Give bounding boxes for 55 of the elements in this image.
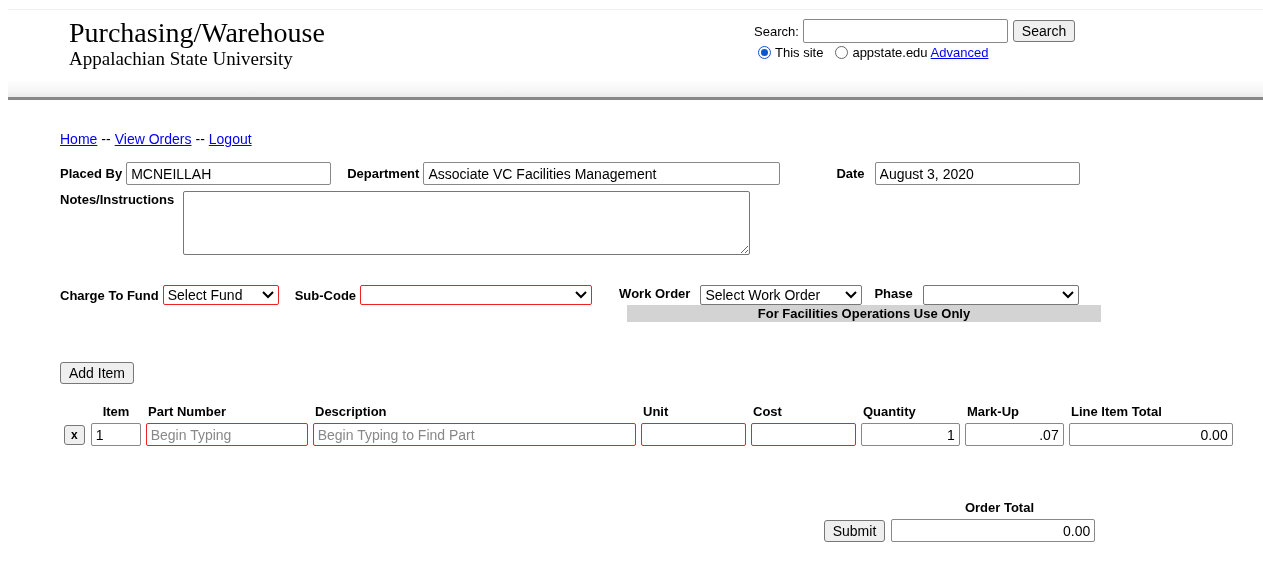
work-order-select[interactable]: Select Work Order (700, 285, 863, 305)
column-header: Unit (642, 404, 670, 419)
sub-code-select[interactable] (360, 285, 593, 305)
column-header: Item (101, 404, 131, 419)
item-field[interactable]: 0.00 (1068, 423, 1233, 446)
column-header: Quantity (862, 404, 917, 419)
nav-link[interactable]: Home (60, 131, 98, 147)
field-label: Work Order (619, 285, 691, 301)
item-field[interactable]: 1 (90, 423, 141, 446)
facilities-note: For Facilities Operations Use Only (627, 305, 1101, 322)
nav-separator: -- (101, 131, 111, 147)
field-label: Placed By (60, 166, 123, 181)
advanced-link[interactable]: Advanced (930, 45, 989, 60)
chevron-icon (575, 291, 588, 299)
search-label: Search: (754, 23, 799, 39)
nav-link[interactable]: View Orders (114, 131, 192, 147)
item-field[interactable] (640, 423, 746, 446)
order-total-field[interactable]: 0.00 (891, 519, 1096, 542)
field-label: Date (836, 166, 865, 181)
field-label: Phase (874, 285, 913, 301)
column-header: Part Number (147, 404, 228, 419)
department-field[interactable]: Associate VC Facilities Management (423, 162, 781, 185)
nav-link[interactable]: Logout (208, 131, 252, 147)
field-label: Department (347, 166, 420, 181)
date-field[interactable]: August 3, 2020 (874, 162, 1080, 185)
fund-select[interactable]: Select Fund (162, 285, 279, 305)
search-button[interactable]: Search (1012, 20, 1076, 42)
item-field[interactable]: Begin Typing (145, 423, 308, 446)
notes-field[interactable] (183, 191, 751, 255)
site-subtitle: Appalachian State University (69, 48, 294, 70)
column-header: Description (314, 404, 388, 419)
chevron-icon (845, 291, 858, 299)
submit-button[interactable]: Submit (823, 519, 886, 542)
search-field[interactable] (802, 19, 1008, 43)
site-title: Purchasing/Warehouse (69, 18, 326, 48)
chevron-icon (261, 291, 274, 299)
item-field[interactable]: Begin Typing to Find Part (312, 423, 636, 446)
item-field[interactable]: .07 (964, 423, 1064, 446)
order-total-label: Order Total (964, 500, 1035, 515)
item-field[interactable] (750, 423, 856, 446)
phase-select[interactable] (922, 285, 1079, 305)
item-field[interactable]: 1 (860, 423, 960, 446)
chevron-icon (1061, 291, 1074, 299)
field-label: Sub-Code (294, 287, 357, 303)
nav-separator: -- (195, 131, 205, 147)
column-header: Line Item Total (1070, 404, 1163, 419)
field-label: Charge To Fund (60, 287, 159, 303)
radio-label: appstate.edu (852, 45, 928, 60)
radio-label: This site (775, 45, 824, 60)
placed-by-field[interactable]: MCNEILLAH (126, 162, 332, 185)
field-label: Notes/Instructions (60, 192, 175, 207)
remove-item-button[interactable]: x (64, 424, 85, 445)
column-header: Mark-Up (966, 404, 1020, 419)
add-item-button[interactable]: Add Item (60, 362, 135, 384)
column-header: Cost (752, 404, 783, 419)
